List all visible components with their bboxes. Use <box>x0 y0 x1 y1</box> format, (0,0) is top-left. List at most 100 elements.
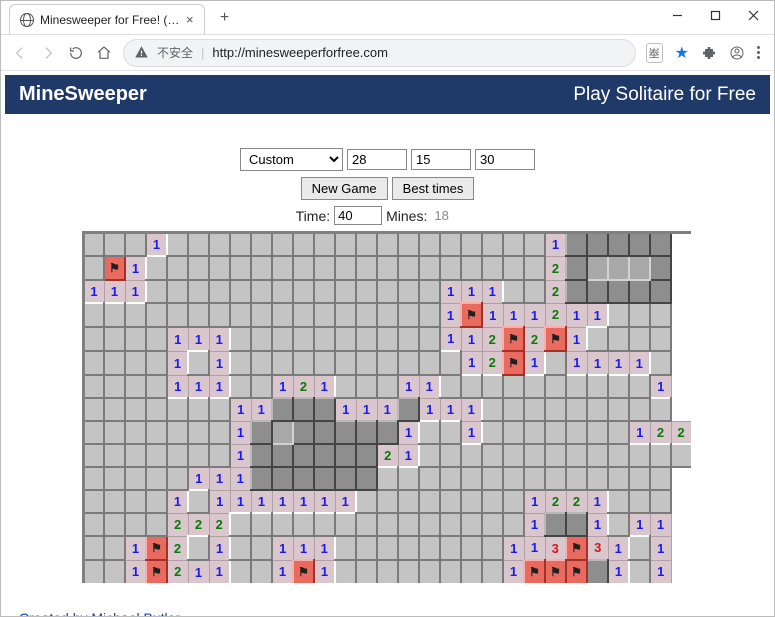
board-cell[interactable]: 1 <box>650 375 671 398</box>
board-cell[interactable] <box>377 490 398 513</box>
board-cell[interactable] <box>503 375 524 398</box>
board-cell[interactable] <box>314 444 335 467</box>
board-cell[interactable] <box>440 560 461 585</box>
board-cell[interactable] <box>377 256 398 280</box>
board-cell[interactable]: 1 <box>272 490 293 513</box>
board-cell[interactable] <box>125 303 146 327</box>
board-cell[interactable] <box>377 327 398 351</box>
board-cell[interactable]: 1 <box>293 536 314 560</box>
board-cell[interactable]: 1 <box>650 536 671 560</box>
board-cell[interactable] <box>188 351 209 375</box>
board-cell[interactable] <box>188 280 209 303</box>
board-cell[interactable]: 1 <box>503 560 524 585</box>
board-cell[interactable] <box>629 536 650 560</box>
board-cell[interactable] <box>230 560 251 585</box>
home-button[interactable] <box>95 44 113 62</box>
board-cell[interactable]: 2 <box>545 490 566 513</box>
board-cell[interactable] <box>104 421 125 444</box>
board-cell[interactable] <box>209 444 230 467</box>
maximize-button[interactable] <box>696 1 734 29</box>
board-cell[interactable] <box>587 280 608 303</box>
board-cell[interactable]: 2 <box>482 327 503 351</box>
menu-icon[interactable] <box>757 46 760 59</box>
board-cell[interactable] <box>167 421 188 444</box>
board-cell[interactable] <box>503 490 524 513</box>
board-cell[interactable] <box>419 560 440 585</box>
board-cell[interactable] <box>587 327 608 351</box>
board-cell[interactable]: 1 <box>650 513 671 536</box>
board-cell[interactable]: 1 <box>314 536 335 560</box>
board-cell[interactable]: 1 <box>125 560 146 585</box>
board-cell[interactable]: 1 <box>209 467 230 490</box>
board-cell[interactable] <box>377 233 398 257</box>
board-cell[interactable] <box>629 490 650 513</box>
board-cell[interactable] <box>104 398 125 421</box>
board-cell[interactable] <box>167 280 188 303</box>
board-cell[interactable] <box>293 303 314 327</box>
board-cell[interactable] <box>209 303 230 327</box>
board-cell[interactable] <box>104 490 125 513</box>
board-cell[interactable] <box>314 280 335 303</box>
board-cell[interactable] <box>524 444 545 467</box>
board-cell[interactable]: 1 <box>230 490 251 513</box>
board-cell[interactable] <box>356 303 377 327</box>
board-cell[interactable] <box>440 490 461 513</box>
board-cell[interactable]: 1 <box>482 280 503 303</box>
board-cell[interactable]: 1 <box>629 421 650 444</box>
board-cell[interactable] <box>608 327 629 351</box>
board-cell[interactable] <box>440 467 461 490</box>
board-cell[interactable]: 2 <box>545 256 566 280</box>
board-cell[interactable] <box>608 280 629 303</box>
board-cell[interactable] <box>608 421 629 444</box>
board-cell[interactable]: 1 <box>629 351 650 375</box>
board-cell[interactable]: 1 <box>230 444 251 467</box>
board-cell[interactable] <box>650 280 671 303</box>
board-cell[interactable] <box>314 513 335 536</box>
board-cell[interactable] <box>545 398 566 421</box>
board-cell[interactable] <box>293 513 314 536</box>
board-cell[interactable] <box>83 560 104 585</box>
minesweeper-board[interactable]: 1112111111211112111111122111121111111112… <box>82 231 694 586</box>
board-cell[interactable] <box>230 327 251 351</box>
flag-cell[interactable] <box>566 560 587 585</box>
board-cell[interactable] <box>419 467 440 490</box>
board-cell[interactable]: 1 <box>125 536 146 560</box>
board-cell[interactable] <box>335 280 356 303</box>
board-cell[interactable]: 1 <box>461 398 482 421</box>
flag-cell[interactable] <box>104 256 125 280</box>
board-cell[interactable] <box>566 398 587 421</box>
board-cell[interactable] <box>629 467 650 490</box>
board-cell[interactable] <box>650 398 671 421</box>
board-cell[interactable] <box>335 444 356 467</box>
board-cell[interactable] <box>356 351 377 375</box>
board-cell[interactable]: 1 <box>209 536 230 560</box>
board-cell[interactable] <box>398 327 419 351</box>
board-cell[interactable] <box>167 256 188 280</box>
board-cell[interactable] <box>125 421 146 444</box>
board-cell[interactable] <box>125 327 146 351</box>
board-cell[interactable]: 1 <box>146 233 167 257</box>
flag-cell[interactable] <box>461 303 482 327</box>
board-cell[interactable] <box>398 467 419 490</box>
board-cell[interactable]: 1 <box>587 513 608 536</box>
board-cell[interactable] <box>188 256 209 280</box>
board-cell[interactable] <box>209 421 230 444</box>
board-cell[interactable] <box>566 233 587 257</box>
board-cell[interactable] <box>482 375 503 398</box>
board-cell[interactable] <box>83 233 104 257</box>
board-cell[interactable]: 2 <box>377 444 398 467</box>
board-cell[interactable] <box>461 233 482 257</box>
board-cell[interactable] <box>419 327 440 351</box>
board-cell[interactable] <box>314 233 335 257</box>
board-cell[interactable]: 1 <box>335 398 356 421</box>
board-cell[interactable] <box>524 280 545 303</box>
forward-button[interactable] <box>39 44 57 62</box>
board-cell[interactable] <box>356 467 377 490</box>
board-cell[interactable] <box>503 233 524 257</box>
board-cell[interactable] <box>251 303 272 327</box>
board-cell[interactable]: 1 <box>398 421 419 444</box>
board-cell[interactable] <box>272 444 293 467</box>
board-cell[interactable] <box>104 560 125 585</box>
board-cell[interactable] <box>566 467 587 490</box>
board-cell[interactable] <box>398 513 419 536</box>
